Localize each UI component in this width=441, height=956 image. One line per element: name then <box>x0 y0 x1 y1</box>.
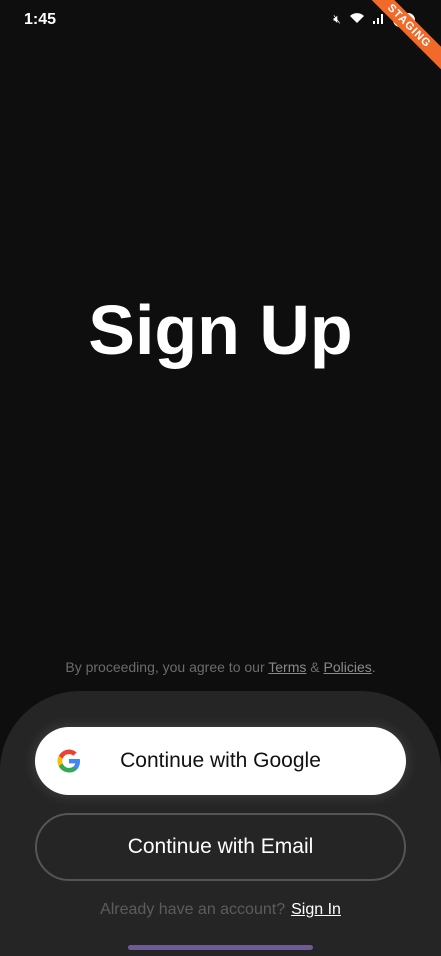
signal-icon <box>372 13 385 27</box>
mute-icon: 🔇︎ <box>333 12 341 26</box>
sign-in-link[interactable]: Sign In <box>291 901 341 918</box>
terms-link[interactable]: Terms <box>268 659 306 675</box>
google-icon <box>55 747 83 781</box>
clock: 1:45 <box>24 11 57 28</box>
home-indicator[interactable] <box>128 945 313 950</box>
google-button-label: Continue with Google <box>120 749 321 772</box>
continue-email-button[interactable]: Continue with Email <box>35 813 406 881</box>
policies-link[interactable]: Policies <box>324 659 372 675</box>
signin-prompt: Already have an account? Sign In <box>0 901 441 919</box>
terms-notice: By proceeding, you agree to our Terms & … <box>0 659 441 675</box>
email-button-label: Continue with Email <box>127 835 314 858</box>
signin-prompt-text: Already have an account? <box>100 901 286 918</box>
terms-suffix: . <box>371 659 376 675</box>
page-title: Sign Up <box>88 291 353 369</box>
continue-google-button[interactable]: Continue with Google <box>35 727 406 795</box>
terms-prefix: By proceeding, you agree to our <box>65 659 269 675</box>
auth-sheet: Continue with Google Continue with Email… <box>0 691 441 956</box>
wifi-icon <box>349 12 365 27</box>
status-bar: 1:45 🔇︎ 64 STAGING <box>0 0 441 82</box>
terms-amp: & <box>306 659 324 675</box>
